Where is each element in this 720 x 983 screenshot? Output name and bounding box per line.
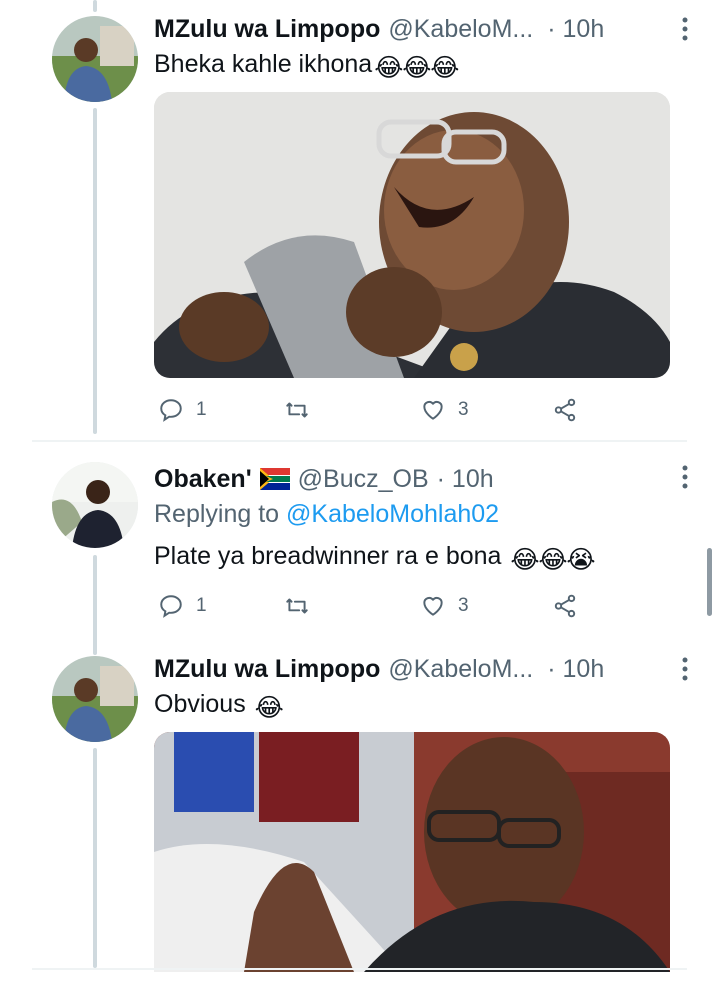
tweet-emojis: 😂😂😂 xyxy=(372,50,460,82)
display-name[interactable]: Obaken' xyxy=(154,465,252,494)
like-button[interactable]: 3 xyxy=(420,390,469,430)
replying-label: Replying to xyxy=(154,500,280,528)
avatar[interactable] xyxy=(52,462,138,548)
avatar[interactable] xyxy=(52,656,138,742)
avatar[interactable] xyxy=(52,16,138,102)
tweet-header: Obaken' @Bucz_OB · 10h xyxy=(154,462,690,496)
like-count: 3 xyxy=(458,595,469,616)
share-button[interactable] xyxy=(552,586,578,626)
retweet-icon xyxy=(286,402,308,418)
timestamp[interactable]: · 10h xyxy=(547,655,604,684)
tweet-header: MZulu wa Limpopo @KabeloM... · 10h xyxy=(154,652,690,686)
south-africa-flag-icon xyxy=(259,468,290,490)
user-handle[interactable]: @KabeloM... xyxy=(388,655,533,684)
timestamp[interactable]: · 10h xyxy=(437,465,494,494)
reply-button[interactable]: 1 xyxy=(158,390,207,430)
more-options-icon[interactable] xyxy=(672,464,698,490)
tweet-header: MZulu wa Limpopo @KabeloM... · 10h xyxy=(154,12,690,46)
tweet-image[interactable] xyxy=(154,732,670,972)
tweet-2[interactable]: Obaken' @Bucz_OB · 10h Replying to @Kabe… xyxy=(0,450,720,640)
tweet-actions: 1 3 xyxy=(154,390,594,430)
reply-icon xyxy=(160,595,182,618)
tweet-actions: 1 3 xyxy=(154,586,594,626)
reply-button[interactable]: 1 xyxy=(158,586,207,626)
replying-to: Replying to @KabeloMohlah02 xyxy=(154,500,499,529)
like-count: 3 xyxy=(458,399,469,420)
tweet-text: Obvious 😂 xyxy=(154,690,284,722)
emoji: 😂 xyxy=(402,54,432,82)
emoji: 😂 xyxy=(430,54,460,82)
display-name[interactable]: MZulu wa Limpopo xyxy=(154,655,380,684)
emoji: 😂 xyxy=(538,546,568,574)
retweet-icon xyxy=(286,598,308,614)
emoji: 😂 xyxy=(510,546,540,574)
retweet-button[interactable] xyxy=(284,390,322,430)
tweet-3[interactable]: MZulu wa Limpopo @KabeloM... · 10h Obvio… xyxy=(0,650,720,972)
user-handle[interactable]: @Bucz_OB xyxy=(298,465,429,494)
tweet-image[interactable] xyxy=(154,92,670,378)
tweet-body: Plate ya breadwinner ra e bona xyxy=(154,542,502,570)
share-icon xyxy=(554,398,576,422)
reply-icon xyxy=(160,399,182,422)
tweet-text: Bheka kahle ikhona😂😂😂 xyxy=(154,50,460,82)
display-name[interactable]: MZulu wa Limpopo xyxy=(154,15,380,44)
like-button[interactable]: 3 xyxy=(420,586,469,626)
tweet-body: Bheka kahle ikhona xyxy=(154,50,373,78)
scrollbar[interactable] xyxy=(707,548,712,616)
user-handle[interactable]: @KabeloM... xyxy=(388,15,533,44)
share-button[interactable] xyxy=(552,390,578,430)
tweet-text: Plate ya breadwinner ra e bona 😂😂😭 xyxy=(154,542,596,574)
emoji: 😂 xyxy=(254,694,284,722)
share-icon xyxy=(554,594,576,618)
reply-count: 1 xyxy=(196,399,207,420)
tweet-1[interactable]: MZulu wa Limpopo @KabeloM... · 10h Bheka… xyxy=(0,0,720,440)
bottom-divider xyxy=(32,968,687,970)
tweet-body: Obvious xyxy=(154,690,246,718)
emoji: 😭 xyxy=(566,546,596,574)
heart-icon xyxy=(423,596,443,616)
reply-count: 1 xyxy=(196,595,207,616)
heart-icon xyxy=(423,400,443,420)
timestamp[interactable]: · 10h xyxy=(547,15,604,44)
emoji: 😂 xyxy=(374,54,404,82)
more-options-icon[interactable] xyxy=(672,656,698,682)
more-options-icon[interactable] xyxy=(672,16,698,42)
replying-mention-link[interactable]: @KabeloMohlah02 xyxy=(286,500,499,528)
tweet-divider xyxy=(32,440,687,442)
tweet-emojis: 😂😂😭 xyxy=(508,542,596,574)
retweet-button[interactable] xyxy=(284,586,322,626)
